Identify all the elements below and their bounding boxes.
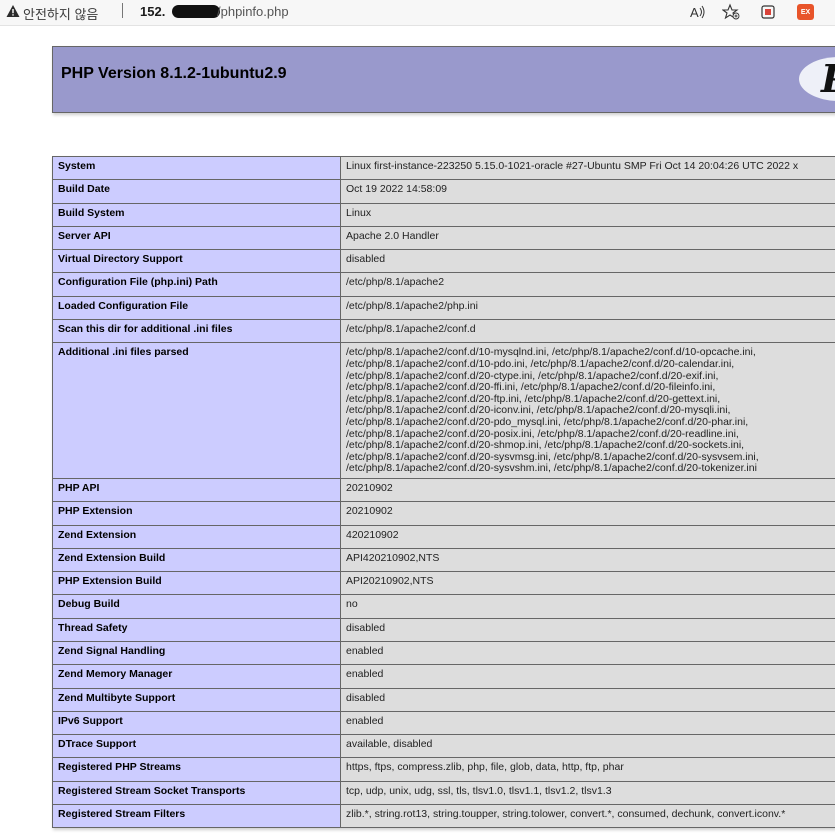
row-key: Scan this dir for additional .ini files xyxy=(52,319,341,344)
row-key: Additional .ini files parsed xyxy=(52,342,341,479)
row-value: 20210902 xyxy=(340,501,835,526)
table-row: Zend Extension 420210902 xyxy=(52,524,835,549)
row-value: API20210902,NTS xyxy=(340,571,835,596)
row-key: Zend Signal Handling xyxy=(52,640,341,666)
php-info-table: System Linux first-instance-223250 5.15.0… xyxy=(52,155,835,829)
row-value: Apache 2.0 Handler xyxy=(340,225,835,251)
table-row: Zend Extension Build API420210902,NTS xyxy=(52,547,835,573)
table-row: Loaded Configuration File/etc/php/8.1/ap… xyxy=(52,295,835,321)
table-row: System Linux first-instance-223250 5.15.0… xyxy=(52,155,835,181)
table-row: Build System Linux xyxy=(52,202,835,227)
row-key: PHP Extension Build xyxy=(52,571,341,596)
table-row: PHP Extension Build API20210902,NTS xyxy=(52,571,835,596)
row-value: no xyxy=(340,594,835,619)
favorite-star-icon[interactable] xyxy=(722,3,740,21)
row-key: Build System xyxy=(52,202,341,227)
row-value-multiline: /etc/php/8.1/apache2/conf.d/10-mysqlnd.i… xyxy=(340,342,835,479)
table-row: DTrace Support available, disabled xyxy=(52,734,835,759)
row-key: Zend Memory Manager xyxy=(52,664,341,689)
row-key: System xyxy=(52,155,341,181)
url-host[interactable]: 152. xyxy=(140,4,165,19)
row-key: Debug Build xyxy=(52,594,341,619)
table-row: Server API Apache 2.0 Handler xyxy=(52,225,835,251)
row-key: Registered PHP Streams xyxy=(52,757,341,782)
read-aloud-icon[interactable]: A xyxy=(688,3,706,21)
row-key: Configuration File (php.ini) Path xyxy=(52,272,341,297)
address-separator xyxy=(122,3,123,18)
table-row: Zend Multibyte Support disabled xyxy=(52,687,835,712)
table-row: Zend Signal Handling enabled xyxy=(52,640,835,666)
read-aloud-letter: A xyxy=(690,5,699,20)
row-value: enabled xyxy=(340,664,835,689)
row-value: https, ftps, compress.zlib, php, file, g… xyxy=(340,757,835,782)
table-row: IPv6 Support enabled xyxy=(52,710,835,736)
row-value: enabled xyxy=(340,640,835,666)
row-value: disabled xyxy=(340,249,835,274)
row-value: API420210902,NTS xyxy=(340,547,835,573)
row-key: Thread Safety xyxy=(52,617,341,642)
table-row: Thread Safety disabled xyxy=(52,617,835,642)
table-row: PHP API 20210902 xyxy=(52,477,835,503)
warning-icon[interactable] xyxy=(6,4,20,18)
page-title: PHP Version 8.1.2-1ubuntu2.9 xyxy=(61,65,287,82)
table-row: Additional .ini files parsed/etc/php/8.1… xyxy=(52,342,835,479)
row-value-line: /etc/php/8.1/apache2/conf.d/20-shmop.ini… xyxy=(346,439,745,452)
table-row: Debug Build no xyxy=(52,594,835,619)
row-value: zlib.*, string.rot13, string.toupper, st… xyxy=(340,804,835,829)
table-row: PHP Extension 20210902 xyxy=(52,501,835,526)
row-value: disabled xyxy=(340,687,835,712)
page-viewport[interactable]: PHP Version 8.1.2-1ubuntu2.9 P SystemLin… xyxy=(0,26,835,838)
row-value-line: /etc/php/8.1/apache2/conf.d/20-ffi.ini, … xyxy=(346,381,716,394)
row-value: /etc/php/8.1/apache2/conf.d xyxy=(340,319,835,344)
row-value: Linux first-instance-223250 5.15.0-1021-… xyxy=(340,155,835,181)
row-key: Registered Stream Socket Transports xyxy=(52,780,341,806)
row-value: 20210902 xyxy=(340,477,835,503)
extension-icon[interactable]: EX xyxy=(797,4,814,20)
row-value: /etc/php/8.1/apache2 xyxy=(340,272,835,297)
row-value-line: /etc/php/8.1/apache2/conf.d/10-pdo.ini, … xyxy=(346,357,735,370)
php-logo[interactable]: P xyxy=(799,57,835,101)
table-row: Registered Stream Filters zlib.*, string.… xyxy=(52,804,835,829)
row-value: disabled xyxy=(340,617,835,642)
row-key: Zend Extension xyxy=(52,524,341,549)
row-value-line: /etc/php/8.1/apache2/conf.d/20-pdo_mysql… xyxy=(346,415,749,428)
row-key: Build Date xyxy=(52,179,341,204)
table-row: Zend Memory Manager enabled xyxy=(52,664,835,689)
row-key: PHP API xyxy=(52,477,341,503)
address-bar[interactable]: 안전하지 않음 152. /phpinfo.php A EX xyxy=(0,0,835,26)
row-key: Virtual Directory Support xyxy=(52,249,341,274)
row-key: PHP Extension xyxy=(52,501,341,526)
table-row: Build Date Oct 19 2022 14:58:09 xyxy=(52,179,835,204)
row-value: enabled xyxy=(340,710,835,736)
collections-icon[interactable] xyxy=(759,3,777,21)
row-value: Oct 19 2022 14:58:09 xyxy=(340,179,835,204)
row-key: Registered Stream Filters xyxy=(52,804,341,829)
php-header: PHP Version 8.1.2-1ubuntu2.9 P xyxy=(52,46,835,113)
url-path[interactable]: /phpinfo.php xyxy=(217,4,289,19)
row-key: Server API xyxy=(52,225,341,251)
row-key: Zend Extension Build xyxy=(52,547,341,573)
row-value: 420210902 xyxy=(340,524,835,549)
security-status-label[interactable]: 안전하지 않음 xyxy=(23,4,98,23)
row-value: tcp, udp, unix, udg, ssl, tls, tlsv1.0, … xyxy=(340,780,835,806)
row-key: Zend Multibyte Support xyxy=(52,687,341,712)
table-row: Scan this dir for additional .ini files /… xyxy=(52,319,835,344)
row-key: IPv6 Support xyxy=(52,710,341,736)
table-row: Registered PHP Streams https, ftps, compr… xyxy=(52,757,835,782)
table-row: Registered Stream Socket Transports tcp, … xyxy=(52,780,835,806)
row-value: /etc/php/8.1/apache2/php.ini xyxy=(340,295,835,321)
row-key: Loaded Configuration File xyxy=(52,295,341,321)
row-value-line: /etc/php/8.1/apache2/conf.d/20-sysvshm.i… xyxy=(346,462,757,475)
row-key: DTrace Support xyxy=(52,734,341,759)
redaction-mark xyxy=(172,5,220,18)
row-value: available, disabled xyxy=(340,734,835,759)
row-value: Linux xyxy=(340,202,835,227)
table-row: Configuration File (php.ini) Path/etc/ph… xyxy=(52,272,835,297)
table-row: Virtual Directory Support disabled xyxy=(52,249,835,274)
